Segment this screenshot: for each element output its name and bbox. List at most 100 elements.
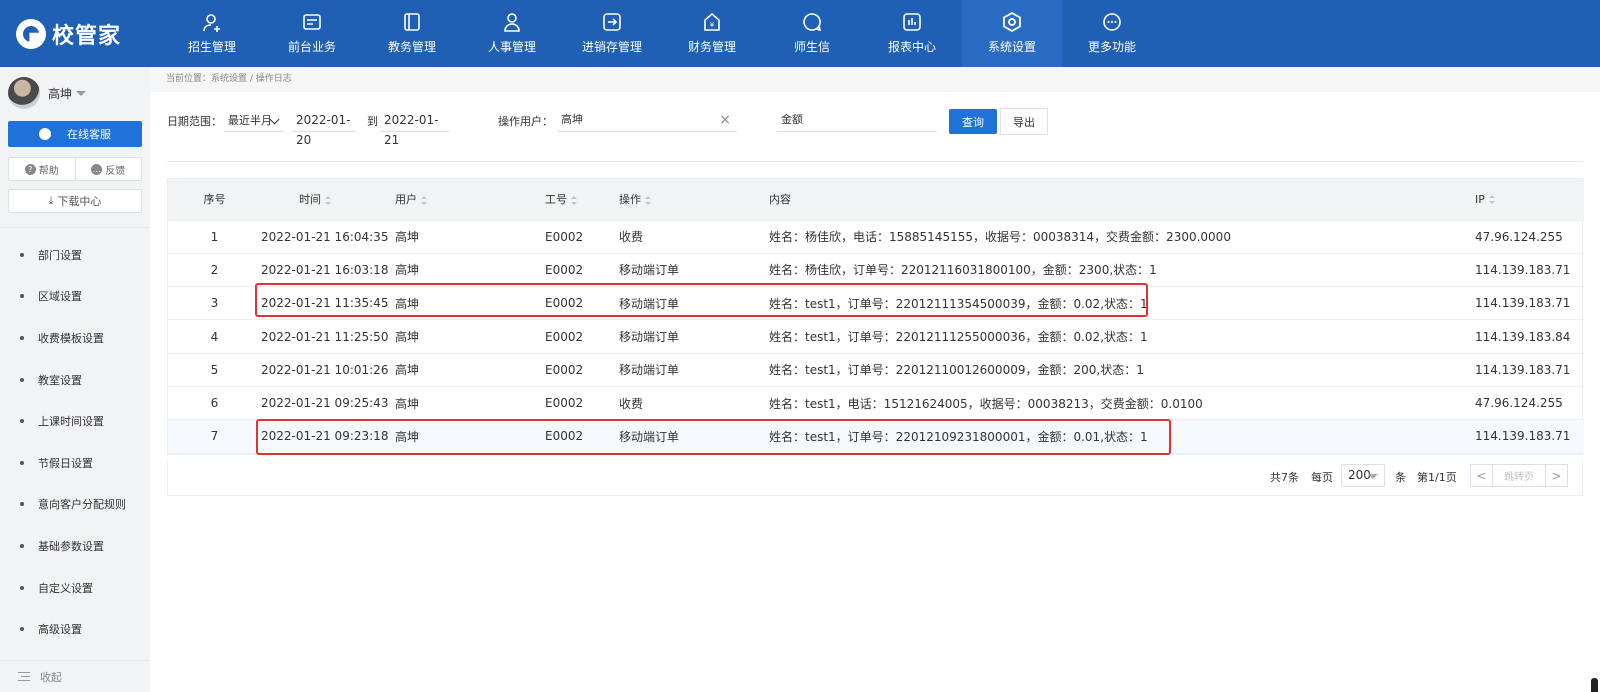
- sidebar-item-label: 意向客户分配规则: [38, 498, 126, 512]
- nav-item-0[interactable]: 招生管理: [162, 0, 262, 67]
- user-menu[interactable]: 高坤: [0, 67, 150, 115]
- sidebar-item-1[interactable]: 区域设置: [0, 276, 150, 318]
- cell-time: 2022-01-21 09:23:18: [261, 419, 395, 454]
- sidebar-item-4[interactable]: 上课时间设置: [0, 400, 150, 442]
- prev-page-button[interactable]: <: [1470, 464, 1493, 487]
- cell-time: 2022-01-21 16:04:35: [261, 220, 395, 254]
- table-row[interactable]: 2 2022-01-21 16:03:18 高坤 E0002 移动端订单 姓名：杨佳欣，订…: [168, 253, 1584, 288]
- sidebar-item-5[interactable]: 节假日设置: [0, 442, 150, 484]
- cell-time: 2022-01-21 16:03:18: [261, 253, 395, 288]
- table-row[interactable]: 4 2022-01-21 11:25:50 高坤 E0002 移动端订单 姓名：test1…: [168, 319, 1584, 354]
- feedback-button[interactable]: … 反馈: [74, 158, 142, 180]
- nav-item-4[interactable]: 进销存管理: [562, 0, 662, 67]
- table-row[interactable]: 7 2022-01-21 09:23:18 高坤 E0002 移动端订单 姓名：test1…: [168, 419, 1584, 454]
- cell-time: 2022-01-21 11:35:45: [261, 286, 395, 321]
- cell-user: 高坤: [395, 419, 545, 454]
- scrollbar-handle[interactable]: [1591, 678, 1598, 692]
- cell-job-number: E0002: [545, 220, 619, 254]
- col-ip[interactable]: IP: [1475, 179, 1584, 221]
- operator-input[interactable]: 高坤 ×: [557, 110, 737, 132]
- sidebar-item-6[interactable]: 意向客户分配规则: [0, 484, 150, 526]
- date-range-select[interactable]: 最近半月: [224, 110, 284, 132]
- clear-icon[interactable]: ×: [719, 110, 731, 130]
- cell-time: 2022-01-21 11:25:50: [261, 319, 395, 354]
- collapse-sidebar-button[interactable]: 收起: [0, 660, 150, 692]
- cell-index: 5: [168, 353, 261, 387]
- table-row[interactable]: 5 2022-01-21 10:01:26 高坤 E0002 移动端订单 姓名：test1…: [168, 353, 1584, 387]
- question-icon: ?: [24, 163, 36, 175]
- book-icon: [404, 13, 420, 31]
- nav-item-6[interactable]: 师生信: [762, 0, 862, 67]
- per-page-label: 每页: [1311, 471, 1333, 484]
- sort-icon[interactable]: [421, 195, 427, 205]
- sort-icon[interactable]: [571, 195, 577, 205]
- keyword-input[interactable]: 金额: [777, 110, 937, 132]
- export-button[interactable]: 导出: [1000, 108, 1048, 135]
- col-operation[interactable]: 操作: [619, 179, 769, 221]
- table-row[interactable]: 1 2022-01-21 16:04:35 高坤 E0002 收费 姓名：杨佳欣，电话：1…: [168, 220, 1584, 254]
- sort-icon[interactable]: [325, 195, 331, 205]
- per-page-select[interactable]: 200: [1341, 464, 1385, 487]
- cell-user: 高坤: [395, 319, 545, 354]
- jump-page-input[interactable]: 跳转页: [1493, 464, 1545, 487]
- table-row[interactable]: 3 2022-01-21 11:35:45 高坤 E0002 移动端订单 姓名：test1…: [168, 286, 1584, 321]
- main-nav: 招生管理 前台业务 教务管理 人事管理 进销存管理 ¥ 财务管理 师生信 报表中心 系统设置 更多功…: [162, 0, 1162, 67]
- sidebar-item-label: 节假日设置: [38, 456, 93, 470]
- sidebar-item-2[interactable]: 收费模板设置: [0, 317, 150, 359]
- cell-job-number: E0002: [545, 353, 619, 387]
- bullet-icon: [20, 627, 24, 632]
- date-to-input[interactable]: 2022-01-21: [380, 110, 450, 147]
- sidebar-item-label: 部门设置: [38, 248, 82, 262]
- download-icon: ⤓: [48, 194, 54, 207]
- nav-item-3[interactable]: 人事管理: [462, 0, 562, 67]
- nav-item-1[interactable]: 前台业务: [262, 0, 362, 67]
- app-logo[interactable]: 校管家: [0, 0, 162, 67]
- next-page-button[interactable]: >: [1545, 464, 1568, 487]
- nav-label: 教务管理: [387, 40, 436, 54]
- cell-content: 姓名：杨佳欣，电话：15885145155，收据号：00038314，交费金额：…: [769, 220, 1475, 254]
- help-button[interactable]: ? 帮助: [9, 158, 75, 180]
- sidebar-item-7[interactable]: 基础参数设置: [0, 525, 150, 567]
- table-row[interactable]: 6 2022-01-21 09:25:43 高坤 E0002 收费 姓名：test1，电话…: [168, 386, 1584, 421]
- nav-item-7[interactable]: 报表中心: [862, 0, 962, 67]
- nav-item-2[interactable]: 教务管理: [362, 0, 462, 67]
- col-job-number[interactable]: 工号: [545, 179, 619, 221]
- bullet-icon: [20, 252, 24, 257]
- nav-label: 更多功能: [1087, 40, 1136, 54]
- cell-job-number: E0002: [545, 419, 619, 454]
- cell-content: 姓名：test1，订单号：22012111354500039，金额：0.02,状…: [769, 286, 1475, 321]
- cell-content: 姓名：test1，订单号：22012111255000036，金额：0.02,状…: [769, 319, 1475, 354]
- sidebar-item-9[interactable]: 高级设置: [0, 608, 150, 650]
- collapse-label: 收起: [40, 670, 62, 684]
- nav-item-8[interactable]: 系统设置: [962, 0, 1062, 67]
- sidebar-item-0[interactable]: 部门设置: [0, 234, 150, 276]
- sidebar-item-8[interactable]: 自定义设置: [0, 567, 150, 609]
- nav-item-5[interactable]: ¥ 财务管理: [662, 0, 762, 67]
- sort-icon[interactable]: [1488, 195, 1495, 205]
- query-button[interactable]: 查询: [949, 109, 997, 134]
- sort-icon[interactable]: [645, 195, 651, 205]
- cell-job-number: E0002: [545, 386, 619, 421]
- cell-ip: 114.139.183.71: [1475, 286, 1584, 321]
- person-add-icon: [203, 14, 220, 32]
- date-from-input[interactable]: 2022-01-20: [292, 110, 356, 147]
- cell-ip: 114.139.183.71: [1475, 419, 1584, 454]
- online-service-button[interactable]: 在线客服: [8, 121, 142, 147]
- col-time[interactable]: 时间: [261, 179, 395, 221]
- help-label: 帮助: [38, 165, 59, 177]
- nav-label: 师生信: [793, 40, 830, 54]
- nav-label: 进销存管理: [581, 40, 642, 54]
- cell-user: 高坤: [395, 286, 545, 321]
- col-user[interactable]: 用户: [395, 179, 545, 221]
- cell-time: 2022-01-21 09:25:43: [261, 386, 395, 421]
- cell-index: 7: [168, 419, 261, 454]
- download-center-button[interactable]: ⤓ 下载中心: [8, 189, 142, 213]
- sidebar-item-3[interactable]: 教室设置: [0, 359, 150, 401]
- nav-item-9[interactable]: 更多功能: [1062, 0, 1162, 67]
- headset-icon: [39, 128, 51, 140]
- cell-operation: 移动端订单: [619, 286, 769, 321]
- arrow-box-icon: [603, 13, 621, 31]
- cell-job-number: E0002: [545, 286, 619, 321]
- feedback-label: 反馈: [105, 165, 126, 177]
- chevron-down-icon: [1368, 474, 1378, 479]
